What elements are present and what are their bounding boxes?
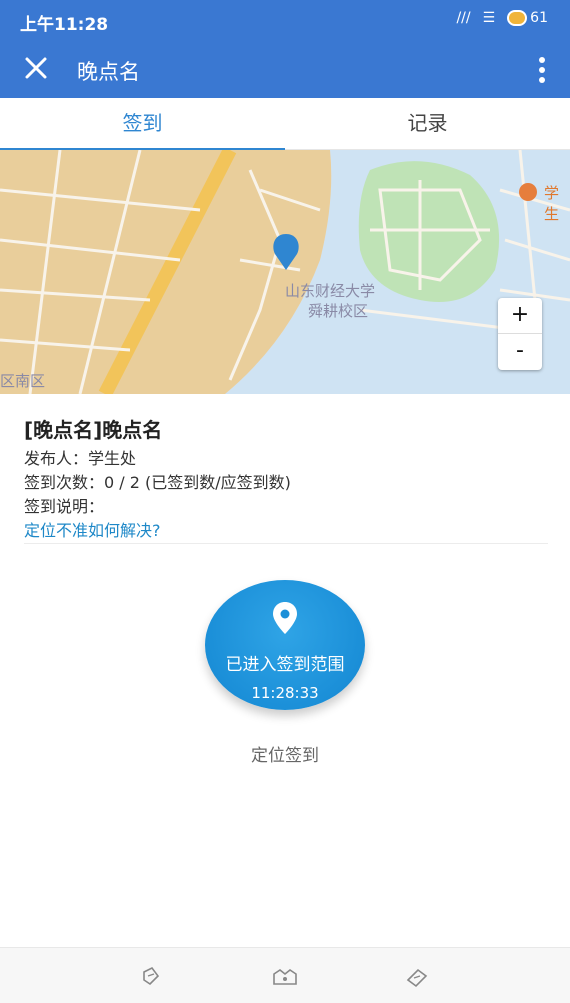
map-zoom-control: + - <box>498 298 542 370</box>
app-bar: 晚点名 <box>0 42 570 98</box>
publisher-text: 发布人：学生处 <box>24 449 137 468</box>
bottom-nav <box>0 947 570 1003</box>
more-vert-icon[interactable] <box>538 56 546 84</box>
checkin-count: 签到次数：0 / 2 (已签到数/应签到数) <box>24 473 291 492</box>
status-time: 上午11:28 <box>20 15 109 35</box>
map-canvas <box>0 150 570 394</box>
checkin-description: 签到说明： <box>24 497 105 516</box>
close-icon[interactable] <box>22 54 50 82</box>
page-title: 晚点名 <box>77 60 140 84</box>
tab-checkin[interactable]: 签到 <box>0 98 285 151</box>
map-campus-label: 山东财经大学 <box>285 282 376 300</box>
checkin-info: [晚点名]晚点名 发布人：学生处 签到次数：0 / 2 (已签到数/应签到数) … <box>24 414 548 544</box>
zoom-in-button[interactable]: + <box>498 298 542 334</box>
checkin-status: 已进入签到范围 <box>225 655 345 675</box>
back-nav-icon[interactable] <box>138 966 164 988</box>
checkin-button[interactable]: 已进入签到范围 11:28:33 <box>205 580 365 710</box>
location-help-link[interactable]: 定位不准如何解决? <box>24 519 548 543</box>
wifi-icon: ☰ <box>482 10 496 26</box>
recent-nav-icon[interactable] <box>404 966 430 988</box>
tab-bar: 签到 记录 <box>0 98 570 151</box>
signal-icon: /// <box>456 10 471 26</box>
map-poi-label: 学生 <box>544 184 560 223</box>
battery-icon <box>507 10 528 26</box>
location-pin-icon <box>273 602 297 634</box>
battery-indicator: 61 <box>507 10 548 26</box>
map-area-label: 区南区 <box>0 372 46 390</box>
battery-level: 61 <box>530 10 548 26</box>
status-bar: 上午11:28 /// ☰ 61 <box>0 0 570 42</box>
status-icons: /// ☰ 61 <box>456 10 548 26</box>
tab-records[interactable]: 记录 <box>285 98 570 150</box>
event-name: [晚点名]晚点名 <box>24 418 163 442</box>
zoom-out-button[interactable]: - <box>498 334 542 370</box>
location-map[interactable]: 山东财经大学 舜耕校区 学生 区南区 + - <box>0 150 570 394</box>
map-campus-sublabel: 舜耕校区 <box>308 302 369 320</box>
checkin-caption: 定位签到 <box>251 746 319 766</box>
checkin-time: 11:28:33 <box>251 684 319 702</box>
home-nav-icon[interactable] <box>272 966 298 988</box>
